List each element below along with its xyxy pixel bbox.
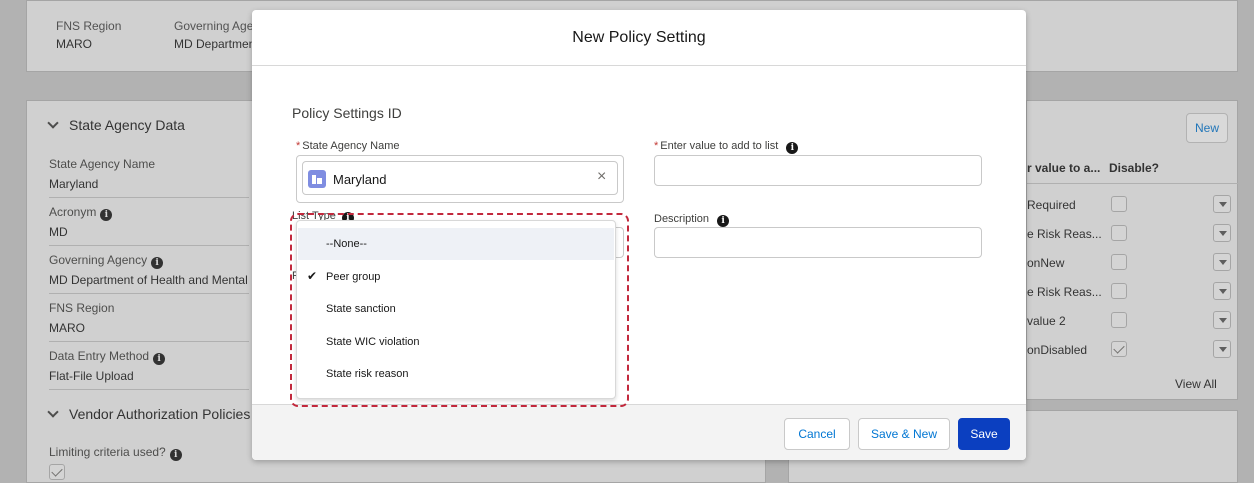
description-input[interactable]	[654, 227, 982, 258]
save-button[interactable]: Save	[958, 418, 1010, 450]
section-title-policy-settings: Policy Settings ID	[292, 105, 402, 121]
state-agency-value: Maryland	[333, 172, 387, 187]
modal-footer: Cancel Save & New Save	[252, 404, 1026, 460]
state-agency-lookup-container: Maryland ×	[296, 155, 624, 203]
state-agency-name-label: * State Agency Name	[296, 140, 400, 152]
cancel-button[interactable]: Cancel	[784, 418, 850, 450]
highlight-annotation-ring	[290, 213, 629, 407]
state-agency-selected-pill[interactable]: Maryland ×	[302, 161, 618, 195]
required-asterisk: *	[296, 140, 301, 152]
enter-value-input[interactable]	[654, 155, 982, 186]
modal-title: New Policy Setting	[252, 10, 1026, 66]
info-icon[interactable]: i	[786, 142, 799, 154]
record-type-icon	[308, 170, 326, 188]
description-label: Description i	[654, 213, 730, 227]
clear-selection-icon[interactable]: ×	[597, 168, 606, 186]
required-asterisk: *	[654, 140, 659, 152]
enter-value-label: * Enter value to add to list i	[654, 140, 799, 154]
save-and-new-button[interactable]: Save & New	[858, 418, 950, 450]
info-icon[interactable]: i	[717, 215, 730, 227]
